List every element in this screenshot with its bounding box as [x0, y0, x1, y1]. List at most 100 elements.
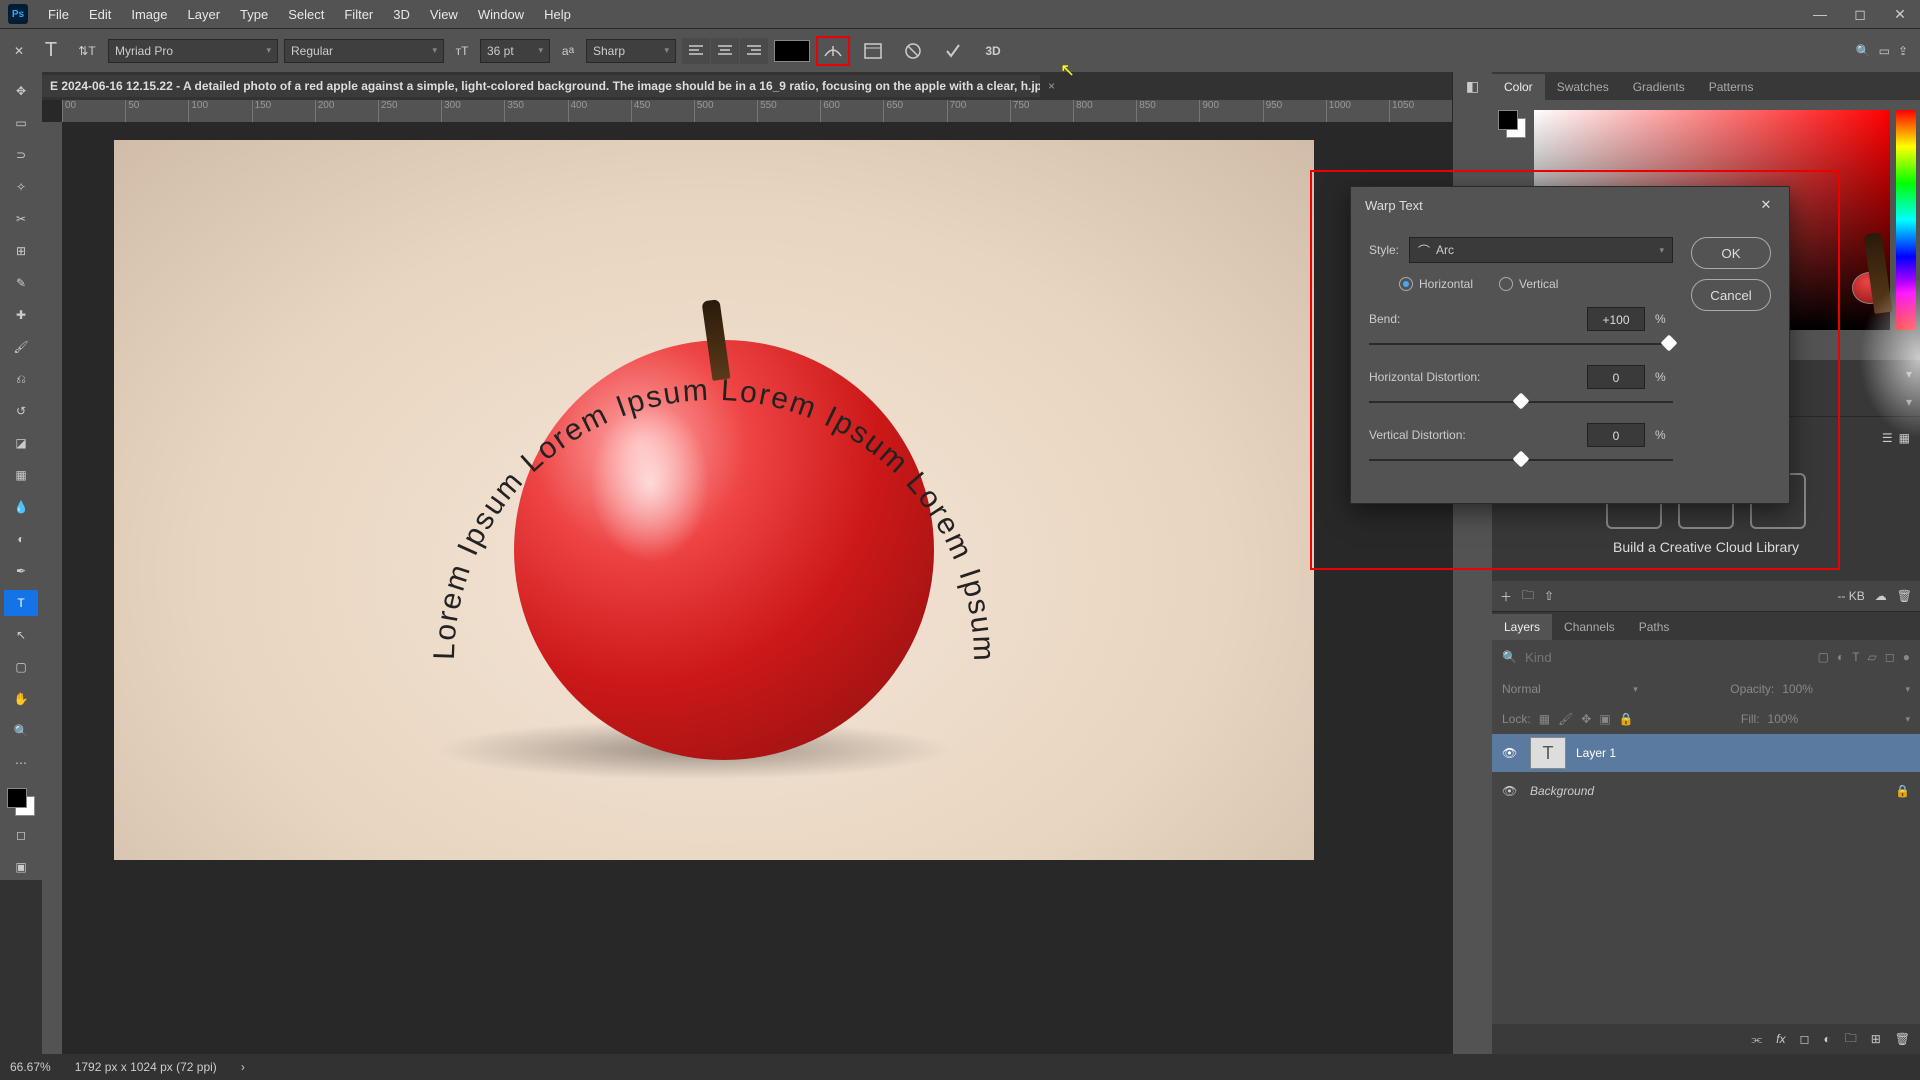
link-layers-icon[interactable]: ⫘ [1751, 1032, 1762, 1047]
add-library-button[interactable]: ＋ [1500, 588, 1512, 605]
canvas-text-layer[interactable]: Lorem Ipsum Lorem Ipsum Lorem Ipsum Lore… [394, 220, 1034, 860]
pen-tool[interactable]: ✒ [4, 558, 38, 584]
menu-view[interactable]: View [420, 7, 468, 22]
library-trash-icon[interactable]: 🗑 [1897, 589, 1912, 603]
chevron-right-icon[interactable]: › [241, 1060, 245, 1074]
adjustment-layer-icon[interactable]: ◐ [1823, 1032, 1830, 1046]
menu-3d[interactable]: 3D [383, 7, 420, 22]
menu-image[interactable]: Image [121, 7, 177, 22]
character-panel-button[interactable] [856, 36, 890, 66]
tab-patterns[interactable]: Patterns [1697, 74, 1766, 100]
layer-visibility-toggle[interactable]: 👁 [1502, 784, 1520, 798]
warp-text-button[interactable] [816, 36, 850, 66]
layer-name[interactable]: Background [1530, 784, 1594, 798]
layer-group-icon[interactable]: 🗀 [1845, 1029, 1857, 1050]
crop-tool[interactable]: ✂ [4, 206, 38, 232]
lock-all-icon[interactable]: 🔒 [1619, 712, 1634, 726]
panel-icon[interactable]: ◧ [1466, 78, 1479, 95]
zoom-level[interactable]: 66.67% [10, 1060, 51, 1074]
menu-layer[interactable]: Layer [178, 7, 231, 22]
menu-type[interactable]: Type [230, 7, 278, 22]
layer-name[interactable]: Layer 1 [1576, 746, 1616, 760]
document-info[interactable]: 1792 px x 1024 px (72 ppi) [75, 1060, 217, 1074]
filter-adjustment-icon[interactable]: ◐ [1837, 650, 1844, 664]
menu-help[interactable]: Help [534, 7, 581, 22]
libraries-list-icon[interactable]: ☰ [1882, 431, 1893, 445]
canvas[interactable]: Lorem Ipsum Lorem Ipsum Lorem Ipsum Lore… [114, 140, 1314, 860]
rectangle-tool[interactable]: ▢ [4, 654, 38, 680]
tab-channels[interactable]: Channels [1552, 614, 1627, 640]
frame-tool[interactable]: ⊞ [4, 238, 38, 264]
magic-wand-tool[interactable]: ✧ [4, 174, 38, 200]
eraser-tool[interactable]: ◪ [4, 430, 38, 456]
lock-transparency-icon[interactable]: ▦ [1539, 712, 1550, 726]
bend-input[interactable]: +100 [1587, 307, 1645, 331]
filter-toggle[interactable]: ● [1903, 650, 1910, 664]
font-weight-select[interactable]: Regular▾ [284, 39, 444, 63]
filter-shape-icon[interactable]: ▱ [1868, 650, 1877, 664]
cancel-button[interactable]: Cancel [1691, 279, 1771, 311]
text-color-swatch[interactable] [774, 40, 810, 62]
search-icon[interactable]: 🔍 [1502, 650, 1517, 664]
new-layer-icon[interactable]: ⊞ [1871, 1032, 1881, 1046]
menu-filter[interactable]: Filter [334, 7, 383, 22]
lock-artboard-icon[interactable]: ▣ [1599, 712, 1610, 726]
lasso-tool[interactable]: ⊃ [4, 142, 38, 168]
align-left-button[interactable] [682, 38, 710, 64]
delete-layer-icon[interactable]: 🗑 [1895, 1032, 1910, 1046]
commit-edits-button[interactable] [936, 36, 970, 66]
lock-position-icon[interactable]: ✥ [1581, 712, 1591, 726]
document-tab-close[interactable]: × [1040, 79, 1063, 93]
menu-file[interactable]: File [38, 7, 79, 22]
fill-value[interactable]: 100% [1768, 712, 1799, 726]
v-distort-slider[interactable] [1369, 451, 1673, 469]
blur-tool[interactable]: 💧 [4, 494, 38, 520]
eyedropper-tool[interactable]: ✎ [4, 270, 38, 296]
foreground-background-colors[interactable] [7, 788, 35, 816]
tab-paths[interactable]: Paths [1627, 614, 1682, 640]
zoom-tool[interactable]: 🔍 [4, 718, 38, 744]
dialog-close-button[interactable]: ✕ [1757, 196, 1775, 214]
ok-button[interactable]: OK [1691, 237, 1771, 269]
close-button[interactable]: ✕ [1880, 0, 1920, 28]
filter-type-icon[interactable]: T [1852, 650, 1859, 664]
quick-mask-toggle[interactable]: ◻ [4, 822, 38, 848]
color-fg-bg[interactable] [1498, 110, 1526, 138]
layer-visibility-toggle[interactable]: 👁 [1502, 746, 1520, 760]
layer-mask-icon[interactable]: ◻ [1799, 1032, 1809, 1046]
hand-tool[interactable]: ✋ [4, 686, 38, 712]
font-family-select[interactable]: Myriad Pro▾ [108, 39, 278, 63]
filter-smart-icon[interactable]: ◻ [1885, 650, 1895, 664]
home-icon[interactable]: ✕ [8, 40, 30, 62]
dodge-tool[interactable]: ◐ [4, 526, 38, 552]
share-icon[interactable]: ⇪ [1898, 44, 1908, 58]
brush-tool[interactable]: 🖌 [4, 334, 38, 360]
horizontal-radio[interactable]: Horizontal [1399, 277, 1473, 291]
gradient-tool[interactable]: ▦ [4, 462, 38, 488]
menu-select[interactable]: Select [278, 7, 334, 22]
tab-gradients[interactable]: Gradients [1621, 74, 1697, 100]
library-upload-button[interactable]: ⇧ [1544, 589, 1554, 603]
layer-item[interactable]: 👁 Background 🔒 [1492, 772, 1920, 810]
library-cloud-icon[interactable]: ☁ [1875, 589, 1887, 603]
lock-pixels-icon[interactable]: 🖌 [1558, 712, 1573, 726]
path-selection-tool[interactable]: ↖ [4, 622, 38, 648]
maximize-button[interactable]: ◻ [1840, 0, 1880, 28]
minimize-button[interactable]: — [1800, 0, 1840, 28]
anti-alias-select[interactable]: Sharp▾ [586, 39, 676, 63]
marquee-tool[interactable]: ▭ [4, 110, 38, 136]
library-folder-button[interactable]: 🗀 [1522, 586, 1534, 607]
text-orientation-toggle[interactable]: ⇅T [72, 36, 102, 66]
history-brush-tool[interactable]: ↺ [4, 398, 38, 424]
warp-style-select[interactable]: ⌒ Arc ▾ [1409, 237, 1673, 263]
font-size-select[interactable]: 36 pt▾ [480, 39, 550, 63]
screen-mode-toggle[interactable]: ▣ [4, 854, 38, 880]
opacity-value[interactable]: 100% [1782, 682, 1813, 696]
search-icon[interactable]: 🔍 [1856, 44, 1871, 58]
align-right-button[interactable] [740, 38, 768, 64]
move-tool[interactable]: ✥ [4, 78, 38, 104]
bend-slider[interactable] [1369, 335, 1673, 353]
workspace-icon[interactable]: ▭ [1879, 44, 1890, 58]
menu-window[interactable]: Window [468, 7, 534, 22]
vertical-radio[interactable]: Vertical [1499, 277, 1558, 291]
